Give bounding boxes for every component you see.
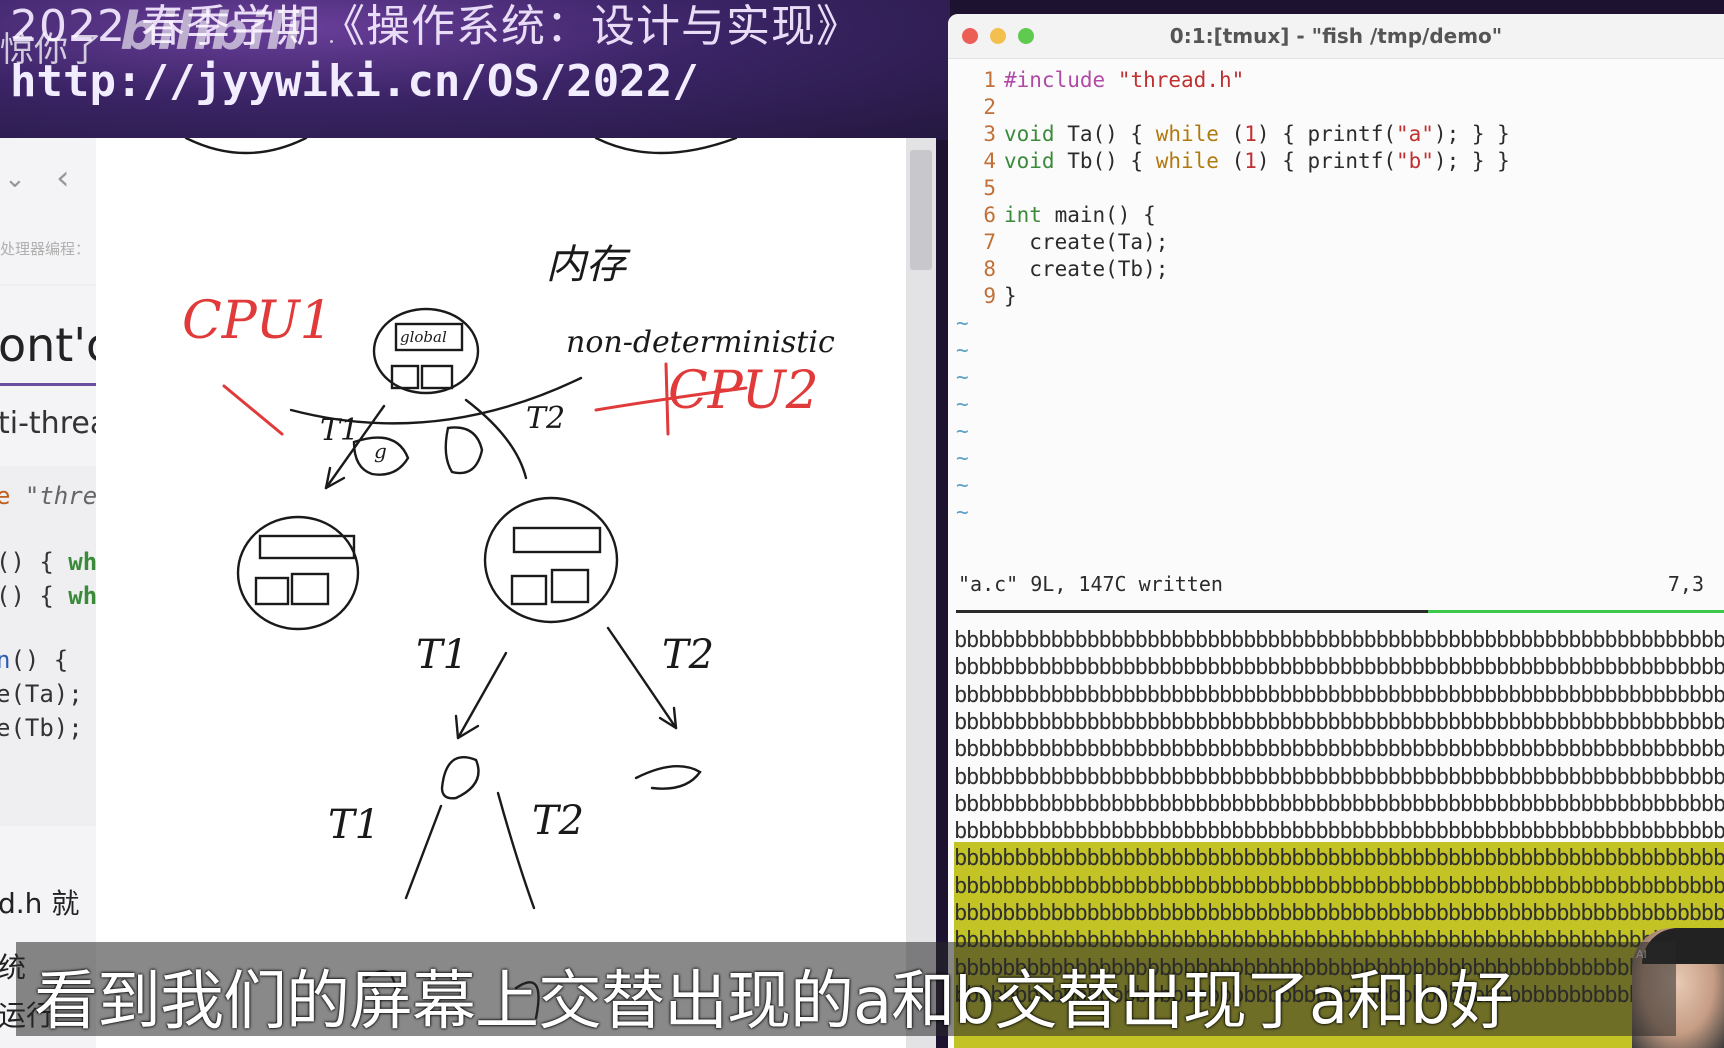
output-line: bbbbbbbbbbbbbbbbbbbbbbbbbbbbbbbbbbbbbbbb… bbox=[954, 901, 1724, 926]
vim-empty-line-marker: ~ bbox=[956, 500, 969, 524]
slide-subheading: ti-threa bbox=[0, 406, 96, 441]
whiteboard-scrollbar[interactable] bbox=[906, 138, 936, 1048]
output-line: bbbbbbbbbbbbbbbbbbbbbbbbbbbbbbbbbbbbbbbb… bbox=[954, 737, 1724, 763]
code-block: e "thre () { wh () { wh n() { e(Ta); e(T… bbox=[0, 466, 96, 826]
output-line: bbbbbbbbbbbbbbbbbbbbbbbbbbbbbbbbbbbbbbbb… bbox=[954, 628, 1724, 653]
hand-drawing: T1 T2 global g T1 T2 T1 T2 内存 non-determ… bbox=[182, 138, 835, 1020]
code-text: #include "thread.h" bbox=[1004, 68, 1245, 92]
output-line: bbbbbbbbbbbbbbbbbbbbbbbbbbbbbbbbbbbbbbbb… bbox=[954, 709, 1724, 735]
terminal-titlebar[interactable]: 0:1:[tmux] - "fish /tmp/demo" bbox=[948, 14, 1724, 59]
heading-underline bbox=[0, 383, 96, 386]
course-url: http://jyywiki.cn/OS/2022/ bbox=[10, 56, 699, 107]
output-line: bbbbbbbbbbbbbbbbbbbbbbbbbbbbbbbbbbbbbbbb… bbox=[954, 819, 1724, 845]
label-global: global bbox=[400, 328, 447, 346]
line-number: 9 bbox=[983, 284, 996, 308]
output-line: bbbbbbbbbbbbbbbbbbbbbbbbbbbbbbbbbbbbbbbb… bbox=[954, 873, 1724, 899]
slide-panel: ⌄ ‹ 处理器编程： ont'c ti-threa e "thre () { w… bbox=[0, 138, 97, 1048]
vim-status-line: "a.c" 9L, 147C written bbox=[958, 572, 1223, 596]
line-number: 4 bbox=[983, 149, 996, 173]
line-number: 2 bbox=[983, 95, 996, 119]
output-line: bbbbbbbbbbbbbbbbbbbbbbbbbbbbbbbbbbbbbbbb… bbox=[954, 846, 1724, 872]
code-text: void Ta() { while (1) { printf("a"); } } bbox=[1004, 122, 1510, 146]
code-line: e "thre bbox=[0, 482, 97, 510]
label-t2: T2 bbox=[662, 632, 714, 678]
code-text: create(Ta); bbox=[1004, 230, 1169, 254]
breadcrumb: 处理器编程： bbox=[0, 240, 91, 258]
stack-box bbox=[420, 364, 454, 390]
label-cpu2: CPU2 bbox=[668, 361, 819, 421]
code-line: e(Tb); bbox=[0, 714, 83, 742]
output-line: bbbbbbbbbbbbbbbbbbbbbbbbbbbbbbbbbbbbbbbb… bbox=[954, 655, 1724, 681]
code-line: n() { bbox=[0, 646, 69, 674]
vim-empty-line-marker: ~ bbox=[956, 392, 969, 416]
whiteboard-canvas[interactable]: T1 T2 global g T1 T2 T1 T2 内存 non-determ… bbox=[96, 138, 906, 1048]
label-cpu1: CPU1 bbox=[182, 291, 333, 351]
vim-empty-line-marker: ~ bbox=[956, 311, 969, 335]
video-banner: 2022 春季学期《操作系统：设计与实现》 惊你了 bilibili http:… bbox=[0, 0, 950, 140]
partial-oval bbox=[184, 138, 308, 155]
vim-empty-line-marker: ~ bbox=[956, 473, 969, 497]
small-state bbox=[634, 765, 702, 790]
bilibili-logo-icon: bilibili bbox=[120, 2, 302, 62]
slide-text: d.h 就 bbox=[0, 887, 80, 920]
output-line: bbbbbbbbbbbbbbbbbbbbbbbbbbbbbbbbbbbbbbbb… bbox=[954, 682, 1724, 708]
vim-cursor-position: 7,3 bbox=[1667, 572, 1704, 596]
output-line: bbbbbbbbbbbbbbbbbbbbbbbbbbbbbbbbbbbbbbbb… bbox=[954, 791, 1724, 817]
slide-heading: ont'c bbox=[0, 318, 96, 372]
small-state bbox=[444, 426, 484, 475]
small-state bbox=[440, 756, 480, 800]
line-number: 1 bbox=[983, 68, 996, 92]
label-t1: T1 bbox=[416, 632, 468, 678]
output-line: bbbbbbbbbbbbbbbbbbbbbbbbbbbbbbbbbbbbbbbb… bbox=[954, 764, 1724, 790]
code-text: void Tb() { while (1) { printf("b"); } } bbox=[1004, 149, 1510, 173]
vim-empty-line-marker: ~ bbox=[956, 446, 969, 470]
slide-nav: ⌄ ‹ bbox=[0, 158, 96, 204]
code-line: () { wh bbox=[0, 582, 97, 610]
scrollbar-thumb[interactable] bbox=[910, 150, 932, 270]
code-text: create(Tb); bbox=[1004, 257, 1169, 281]
code-line: e(Ta); bbox=[0, 680, 83, 708]
line-number: 6 bbox=[983, 203, 996, 227]
label-memory: 内存 bbox=[546, 242, 631, 288]
label-t1: T1 bbox=[328, 802, 380, 848]
terminal-title: 0:1:[tmux] - "fish /tmp/demo" bbox=[1169, 24, 1503, 48]
label-t1: T1 bbox=[320, 413, 359, 448]
line-number: 7 bbox=[983, 230, 996, 254]
code-text: int main() { bbox=[1004, 203, 1156, 227]
vim-editor[interactable]: "a.c" 9L, 147C written 7,3 1 #include "th… bbox=[948, 60, 1724, 600]
subtitle-bar: 看到我们的屏幕上交替出现的a和b交替出现了a和b好 bbox=[16, 942, 1676, 1039]
label-g: g bbox=[374, 439, 387, 463]
vim-empty-line-marker: ~ bbox=[956, 419, 969, 443]
line-number: 5 bbox=[983, 176, 996, 200]
state-circle-right bbox=[483, 496, 619, 624]
code-line: () { wh bbox=[0, 548, 97, 576]
red-stroke bbox=[222, 384, 284, 436]
label-nondeterministic: non-deterministic bbox=[566, 325, 835, 360]
subtitle-text: 看到我们的屏幕上交替出现的a和b交替出现了a和b好 bbox=[34, 965, 1514, 1039]
divider bbox=[0, 284, 96, 286]
line-number: 3 bbox=[983, 122, 996, 146]
code-text: } bbox=[1004, 284, 1017, 308]
terminal-window[interactable]: 0:1:[tmux] - "fish /tmp/demo" "a.c" 9L, … bbox=[948, 14, 1724, 1048]
chevron-down-icon[interactable]: ⌄ bbox=[4, 164, 26, 194]
back-arrow-icon[interactable]: ‹ bbox=[56, 158, 70, 198]
partial-oval bbox=[594, 138, 738, 155]
label-t2: T2 bbox=[526, 401, 565, 436]
vim-empty-line-marker: ~ bbox=[956, 338, 969, 362]
vim-empty-line-marker: ~ bbox=[956, 365, 969, 389]
label-t2: T2 bbox=[532, 798, 584, 844]
line-number: 8 bbox=[983, 257, 996, 281]
tmux-active-pane-indicator bbox=[1428, 610, 1724, 613]
